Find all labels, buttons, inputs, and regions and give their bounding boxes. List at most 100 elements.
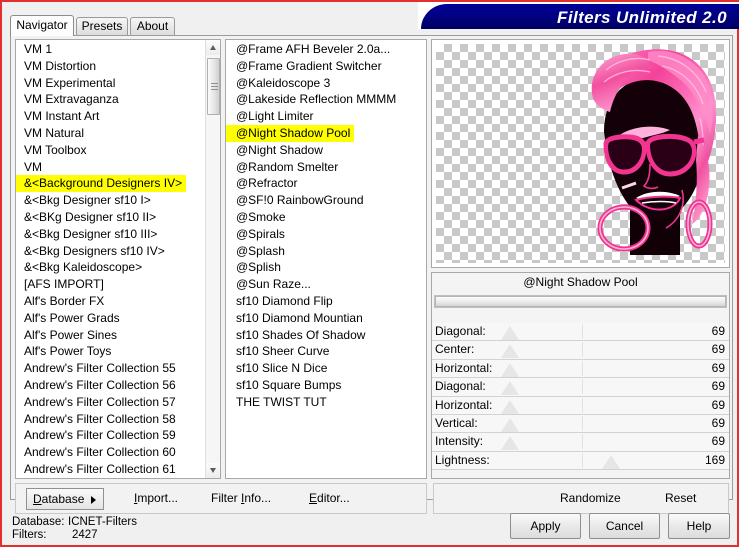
filter-effect-list[interactable]: @Frame AFH Beveler 2.0a... @Frame Gradien… [225,39,427,479]
effect-list-item[interactable]: @Random Smelter [226,159,426,176]
effect-list-item[interactable]: @Sun Raze... [226,276,426,293]
effect-list-item[interactable]: @Smoke [226,209,426,226]
category-list-item[interactable]: Andrew's Filter Collection 59 [16,427,206,444]
parameter-value: 69 [711,324,725,338]
parameters-scrollbar-thumb[interactable] [435,296,726,307]
category-list-item[interactable]: VM [16,159,206,176]
active-filter-name: @Night Shadow Pool [523,275,638,289]
category-list-item[interactable]: &<BKg Designer sf10 II> [16,209,206,226]
scrollbar-thumb[interactable] [207,58,220,115]
effect-list-item[interactable]: @Night Shadow Pool [226,124,355,142]
parameter-slider[interactable]: Center: 69 [432,341,729,360]
effect-list-item[interactable]: sf10 Square Bumps [226,377,426,394]
slider-handle[interactable] [501,436,520,451]
parameter-value: 169 [704,452,725,467]
category-list-item[interactable]: Andrew's Filter Collection 61 [16,461,206,478]
parameter-label: Horizontal: [435,360,493,375]
parameter-slider[interactable]: Intensity: 69 [432,433,729,452]
effect-list-item[interactable]: sf10 Diamond Flip [226,293,426,310]
parameter-label: Horizontal: [435,397,493,412]
status-bar: Database: ICNET-Filters Filters: 2427 Ap… [2,502,737,545]
filter-parameters-panel: @Night Shadow Pool Diagonal: 69 Center: 69 H… [431,272,730,479]
parameter-slider[interactable]: Horizontal: 69 [432,396,729,415]
category-list-item[interactable]: VM Extravaganza [16,91,206,108]
scroll-down-arrow-icon[interactable] [206,463,220,478]
effect-list-item[interactable]: @Spirals [226,226,426,243]
parameter-label: Diagonal: [435,379,486,394]
preview-artwork [562,40,727,259]
slider-center-tick [582,324,583,339]
parameter-slider[interactable]: Horizontal: 69 [432,359,729,379]
parameter-value: 69 [711,434,725,449]
effect-list-item[interactable]: @Splish [226,259,426,276]
slider-handle[interactable] [501,381,520,396]
category-list-item[interactable]: Andrew's Filter Collection 60 [16,444,206,461]
effect-list-item[interactable]: sf10 Slice N Dice [226,360,426,377]
effect-list-item[interactable]: THE TWIST TUT [226,394,426,411]
effect-list-item[interactable]: @Night Shadow [226,142,426,159]
tab-about[interactable]: About [130,17,175,35]
category-list-item[interactable]: Andrew's Filter Collection 57 [16,394,206,411]
parameter-slider[interactable]: Vertical: 69 [432,414,729,434]
effect-list-item[interactable]: sf10 Sheer Curve [226,343,426,360]
category-list-item[interactable]: &<Bkg Designers sf10 IV> [16,243,206,260]
effect-list-item[interactable]: @Refractor [226,175,426,192]
effect-list-item[interactable]: @SF!0 RainbowGround [226,192,426,209]
status-filters-label: Filters: [12,529,47,541]
category-list-item[interactable]: Andrew's Filter Collection 58 [16,411,206,428]
category-list-item[interactable]: Andrew's Filter Collection 56 [16,377,206,394]
tab-presets[interactable]: Presets [76,17,128,35]
right-column: @Night Shadow Pool Diagonal: 69 Center: 69 H… [431,39,730,479]
parameter-slider[interactable]: Diagonal: 69 [432,323,729,342]
filter-preview[interactable] [431,39,730,268]
apply-button[interactable]: Apply [510,513,581,539]
effect-list-item[interactable]: @Splash [226,243,426,260]
category-list-item[interactable]: VM Distortion [16,58,206,75]
effect-list-item[interactable]: @Kaleidoscope 3 [226,75,426,92]
effect-list-item[interactable]: @Frame AFH Beveler 2.0a... [226,41,426,58]
slider-handle[interactable] [501,326,520,340]
slider-handle[interactable] [501,362,520,377]
parameter-label: Vertical: [435,415,478,430]
parameter-slider[interactable]: Lightness: 169 [432,451,729,471]
category-list-item[interactable]: Alf's Power Toys [16,343,206,360]
effect-list-item[interactable]: sf10 Diamond Mountian [226,310,426,327]
help-button[interactable]: Help [668,513,730,539]
effect-list-item[interactable]: @Frame Gradient Switcher [226,58,426,75]
category-list-item[interactable]: &<Bkg Kaleidoscope> [16,259,206,276]
category-list-item[interactable]: VM Toolbox [16,142,206,159]
slider-handle[interactable] [501,344,520,359]
slider-handle[interactable] [501,399,520,414]
tab-navigator[interactable]: Navigator [10,15,74,36]
filter-category-list[interactable]: VM 1 VM Distortion VM Experimental VM Extra… [15,39,221,479]
category-list-item[interactable]: VM Instant Art [16,108,206,125]
slider-handle[interactable] [602,454,621,469]
slider-center-tick [582,397,583,413]
category-list-item[interactable]: VM Natural [16,125,206,142]
category-list-item[interactable]: [AFS IMPORT] [16,276,206,293]
category-list-item[interactable]: Andrew's Filter Collection 55 [16,360,206,377]
app-title: Filters Unlimited 2.0 [557,8,727,27]
category-list-item[interactable]: &<Bkg Designer sf10 III> [16,226,206,243]
slider-center-tick [582,452,583,468]
cancel-button[interactable]: Cancel [589,513,660,539]
effect-list-item[interactable]: @Lakeside Reflection MMMM [226,91,426,108]
category-list-item[interactable]: Alf's Power Sines [16,327,206,344]
effect-list-item[interactable]: @Light Limiter [226,108,426,125]
category-list-item[interactable]: Alf's Power Grads [16,310,206,327]
parameter-slider[interactable]: Diagonal: 69 [432,378,729,397]
category-list-scrollbar[interactable] [205,40,220,478]
parameters-horizontal-scrollbar[interactable] [434,295,727,308]
parameter-label: Center: [435,342,475,357]
title-bar-banner: Filters Unlimited 2.0 [421,4,739,29]
category-list-item[interactable]: &<Background Designers IV> [16,175,187,193]
category-list-item[interactable]: Alf's Border FX [16,293,206,310]
parameter-value: 69 [711,379,725,394]
slider-handle[interactable] [501,417,520,432]
title-bar: Filters Unlimited 2.0 [418,2,739,29]
scroll-up-arrow-icon[interactable] [206,40,220,55]
category-list-item[interactable]: VM 1 [16,41,206,58]
effect-list-item[interactable]: sf10 Shades Of Shadow [226,327,426,344]
category-list-item[interactable]: &<Bkg Designer sf10 I> [16,192,206,209]
category-list-item[interactable]: VM Experimental [16,75,206,92]
